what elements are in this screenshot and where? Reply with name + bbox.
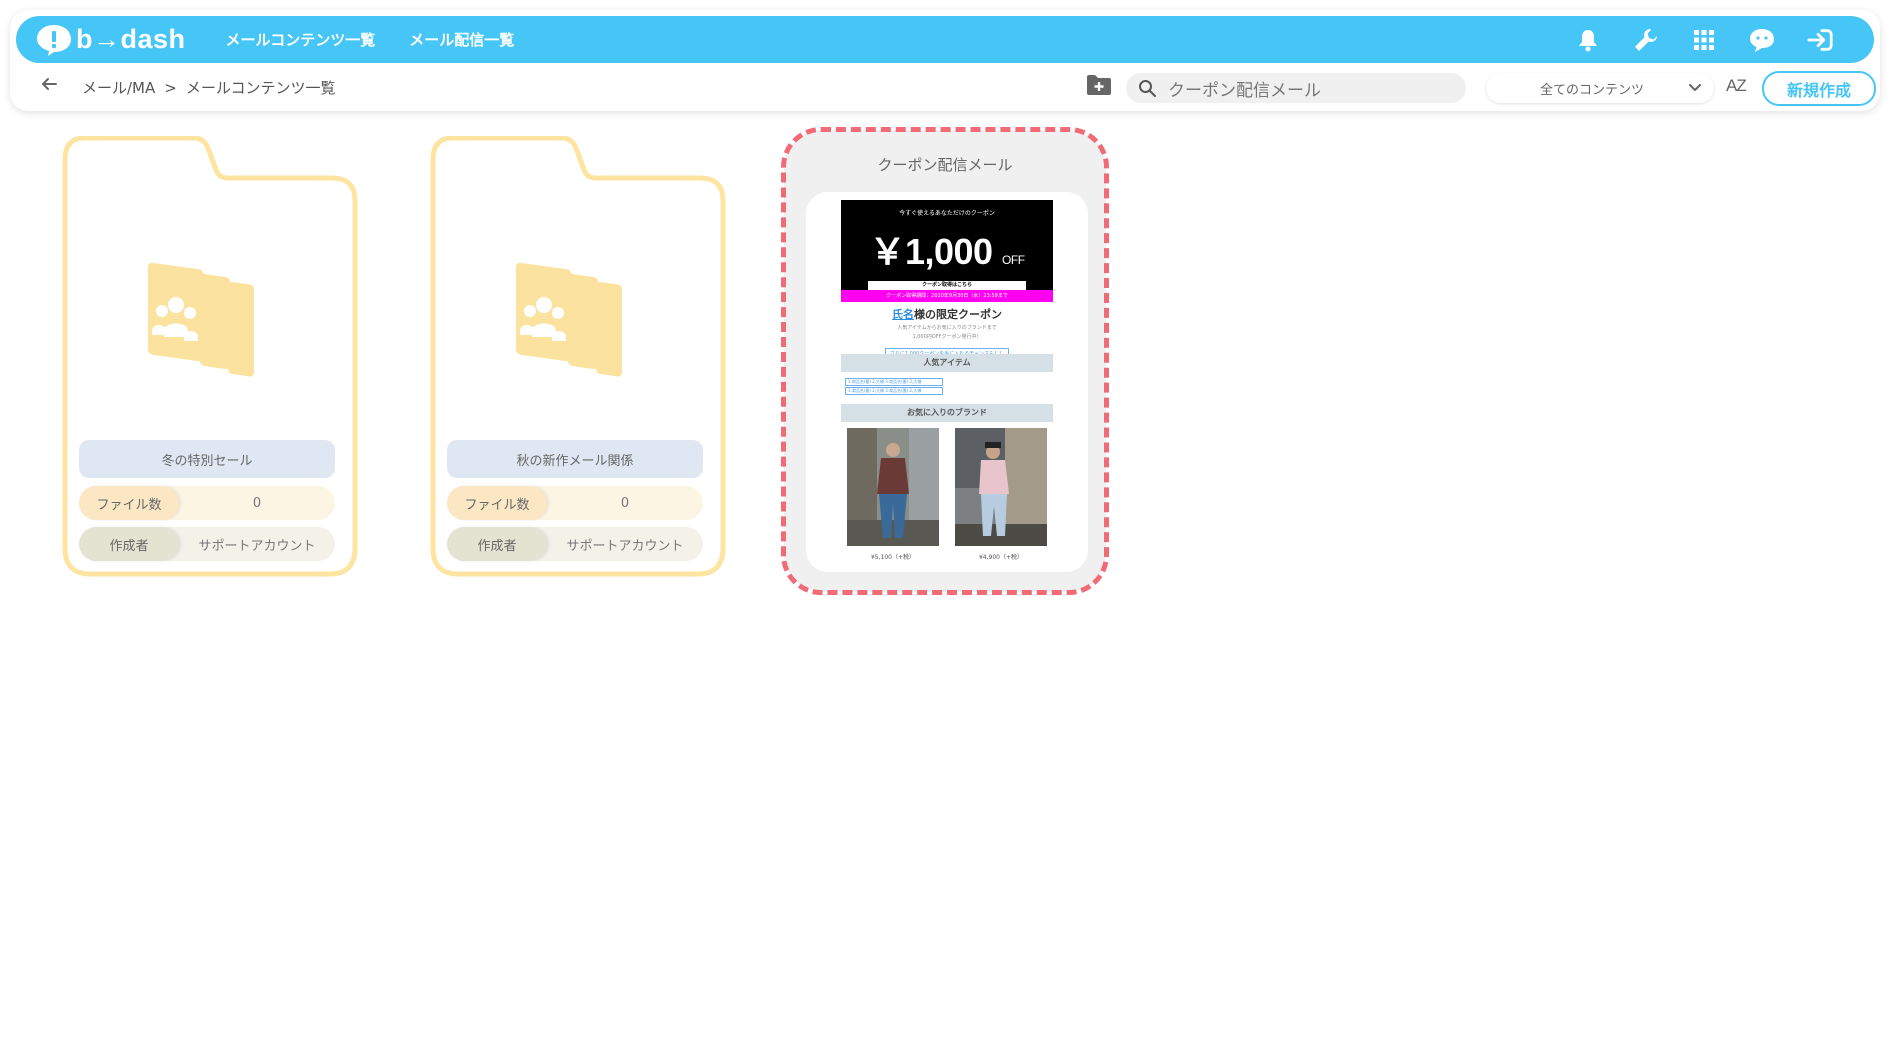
breadcrumb-separator: >: [164, 79, 177, 97]
back-arrow-icon[interactable]: [38, 73, 60, 95]
popular-items-header: 人気アイテム: [841, 354, 1053, 372]
toolbar: メール/MA > メールコンテンツ一覧 全てのコンテンツ AZ 新規作成: [10, 64, 1880, 110]
mail-content-card[interactable]: クーポン配信メール 今すぐ使えるあなただけのクーポン ￥1,000 OFF クー…: [784, 130, 1106, 592]
logo-text: b→dash: [76, 24, 186, 54]
add-folder-icon[interactable]: [1086, 74, 1112, 96]
coupon-limit-bar: クーポン取得期間：2020年9月30日（水）23:59まで: [841, 290, 1053, 302]
logout-icon[interactable]: [1806, 26, 1834, 54]
mail-card-title: クーポン配信メール: [877, 156, 1013, 174]
folder-card[interactable]: 冬の特別セール ファイル数 0 作成者 サポートアカウント: [62, 136, 358, 578]
create-new-button[interactable]: 新規作成: [1762, 71, 1876, 106]
nav-mail-delivery[interactable]: メール配信一覧: [409, 29, 514, 50]
author-row: 作成者 サポートアカウント: [447, 527, 703, 561]
file-count-label: ファイル数: [447, 486, 547, 520]
logo-bubble-icon: [34, 22, 74, 58]
product-price: ¥4,900（+税）: [978, 554, 1024, 561]
coupon-banner-subtitle: 今すぐ使えるあなただけのクーポン: [899, 210, 995, 217]
limited-coupon-headline: 氏名様の限定クーポン: [841, 306, 1053, 322]
content-filter-value: 全てのコンテンツ: [1540, 82, 1645, 98]
folder-name: 冬の特別セール: [79, 440, 335, 478]
author-label: 作成者: [79, 527, 179, 561]
limited-coupon-line1: 人気アイテムからお気に入りのブランドまで: [897, 325, 997, 331]
content-filter-select[interactable]: 全てのコンテンツ: [1486, 73, 1714, 103]
apps-grid-icon[interactable]: [1690, 26, 1718, 54]
author-row: 作成者 サポートアカウント: [79, 527, 335, 561]
group-files-icon: [140, 261, 270, 383]
bell-icon[interactable]: [1574, 26, 1602, 54]
product-photo: [955, 428, 1047, 546]
logo[interactable]: b→dash: [34, 22, 186, 58]
breadcrumb: メール/MA > メールコンテンツ一覧: [82, 77, 336, 98]
chevron-down-icon: [1689, 84, 1701, 91]
author-value: サポートアカウント: [198, 538, 316, 554]
folder-name: 秋の新作メール関係: [447, 440, 703, 478]
product-price: ¥5,100（+税）: [870, 554, 916, 561]
nav-mail-contents[interactable]: メールコンテンツ一覧: [226, 29, 376, 50]
main-nav: メールコンテンツ一覧 メール配信一覧: [226, 29, 515, 50]
folder-card[interactable]: 秋の新作メール関係 ファイル数 0 作成者 サポートアカウント: [430, 136, 726, 578]
limited-coupon-headline-text: 様の限定クーポン: [914, 308, 1002, 321]
search-icon: [1139, 80, 1156, 97]
breadcrumb-item-mail-ma[interactable]: メール/MA: [82, 79, 155, 97]
item-links: 1.商品名(番) 2,大様 3.商品名(番) 2,大様 1.商品名(番) 2,大…: [845, 378, 943, 396]
search-input[interactable]: [1166, 77, 1450, 99]
chat-icon[interactable]: [1748, 26, 1776, 54]
file-count-row: ファイル数 0: [447, 486, 703, 520]
coupon-amount-value: ￥1,000: [869, 231, 993, 272]
group-files-icon: [508, 261, 638, 383]
coupon-amount: ￥1,000 OFF: [841, 223, 1053, 275]
top-navbar: b→dash メールコンテンツ一覧 メール配信一覧: [16, 16, 1874, 63]
coupon-banner: 今すぐ使えるあなただけのクーポン ￥1,000 OFF クーポン取得はこちら: [841, 200, 1053, 290]
sort-az-button[interactable]: AZ: [1726, 76, 1747, 96]
file-count-label: ファイル数: [79, 486, 179, 520]
search-box: [1126, 73, 1466, 103]
mail-preview: 今すぐ使えるあなただけのクーポン ￥1,000 OFF クーポン取得はこちら ク…: [841, 200, 1053, 566]
item-link: 1.商品名(番) 2,大様 3.商品名(番) 2,大様: [845, 387, 943, 395]
author-value: サポートアカウント: [566, 538, 684, 554]
wrench-icon[interactable]: [1632, 26, 1660, 54]
file-count-value: 0: [252, 495, 262, 511]
customer-name-tag: 氏名: [892, 308, 914, 321]
file-count-row: ファイル数 0: [79, 486, 335, 520]
limited-coupon-line2: 1,000円OFFクーポン発行中！: [912, 334, 982, 340]
top-icon-group: [1574, 16, 1834, 63]
limited-coupon-block: 氏名様の限定クーポン 人気アイテムからお気に入りのブランドまで 1,000円OF…: [841, 306, 1053, 359]
breadcrumb-item-current: メールコンテンツ一覧: [185, 79, 336, 97]
favorite-brands-header: お気に入りのブランド: [841, 404, 1053, 422]
coupon-amount-suffix: OFF: [1002, 253, 1025, 267]
product-photo: [847, 428, 939, 546]
file-count-value: 0: [620, 495, 630, 511]
coupon-get-button: クーポン取得はこちら: [868, 281, 1026, 290]
author-label: 作成者: [447, 527, 547, 561]
mail-preview-frame: 今すぐ使えるあなただけのクーポン ￥1,000 OFF クーポン取得はこちら ク…: [806, 192, 1088, 572]
item-link: 1.商品名(番) 2,大様 3.商品名(番) 2,大様: [845, 378, 943, 386]
